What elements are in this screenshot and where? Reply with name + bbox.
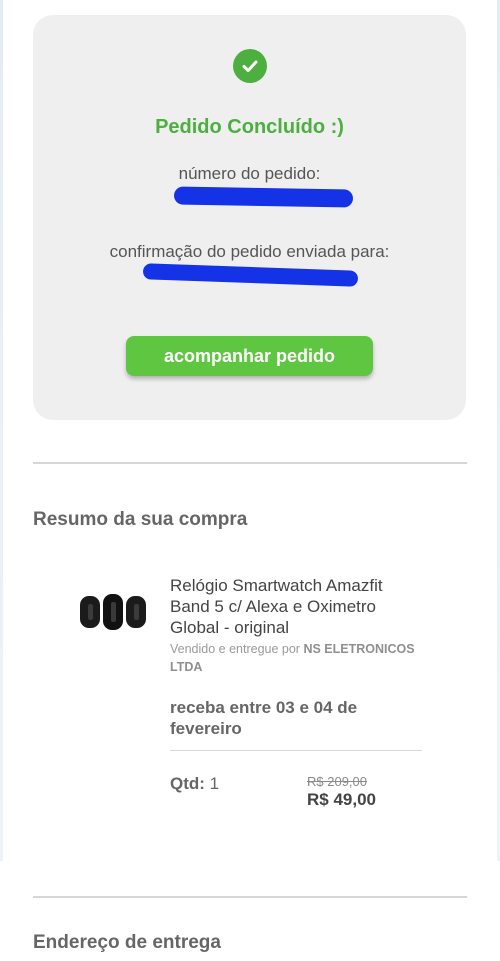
order-success-title: Pedido Concluído :) [155, 116, 344, 138]
seller-prefix: Vendido e entregue por [170, 642, 300, 656]
product-name[interactable]: Relógio Smartwatch Amazfit Band 5 c/ Ale… [170, 575, 420, 638]
item-divider [170, 750, 422, 751]
redaction-mark [142, 263, 359, 287]
confirmation-label: confirmação do pedido enviada para: [109, 242, 390, 261]
order-success-card: Pedido Concluído :) número do pedido: co… [33, 15, 466, 420]
section-divider [33, 896, 467, 898]
check-circle-icon [233, 49, 267, 83]
track-order-button[interactable]: acompanhar pedido [126, 336, 373, 376]
sale-price: R$ 49,00 [307, 790, 376, 809]
delivery-address-title: Endereço de entrega [33, 932, 221, 953]
section-divider [33, 462, 467, 464]
original-price: R$ 209,00 [307, 774, 367, 789]
seller-info: Vendido e entregue por NS ELETRONICOS LT… [170, 640, 425, 676]
left-edge [0, 0, 3, 861]
smartwatch-band-image [80, 594, 146, 630]
redaction-mark [173, 186, 354, 208]
purchase-summary-title: Resumo da sua compra [33, 509, 248, 530]
delivery-estimate: receba entre 03 e 04 de fevereiro [170, 698, 358, 738]
quantity-label: Qtd: [170, 774, 205, 793]
quantity: Qtd: 1 [170, 774, 219, 794]
quantity-value: 1 [209, 774, 220, 793]
order-number-label: número do pedido: [178, 164, 321, 183]
